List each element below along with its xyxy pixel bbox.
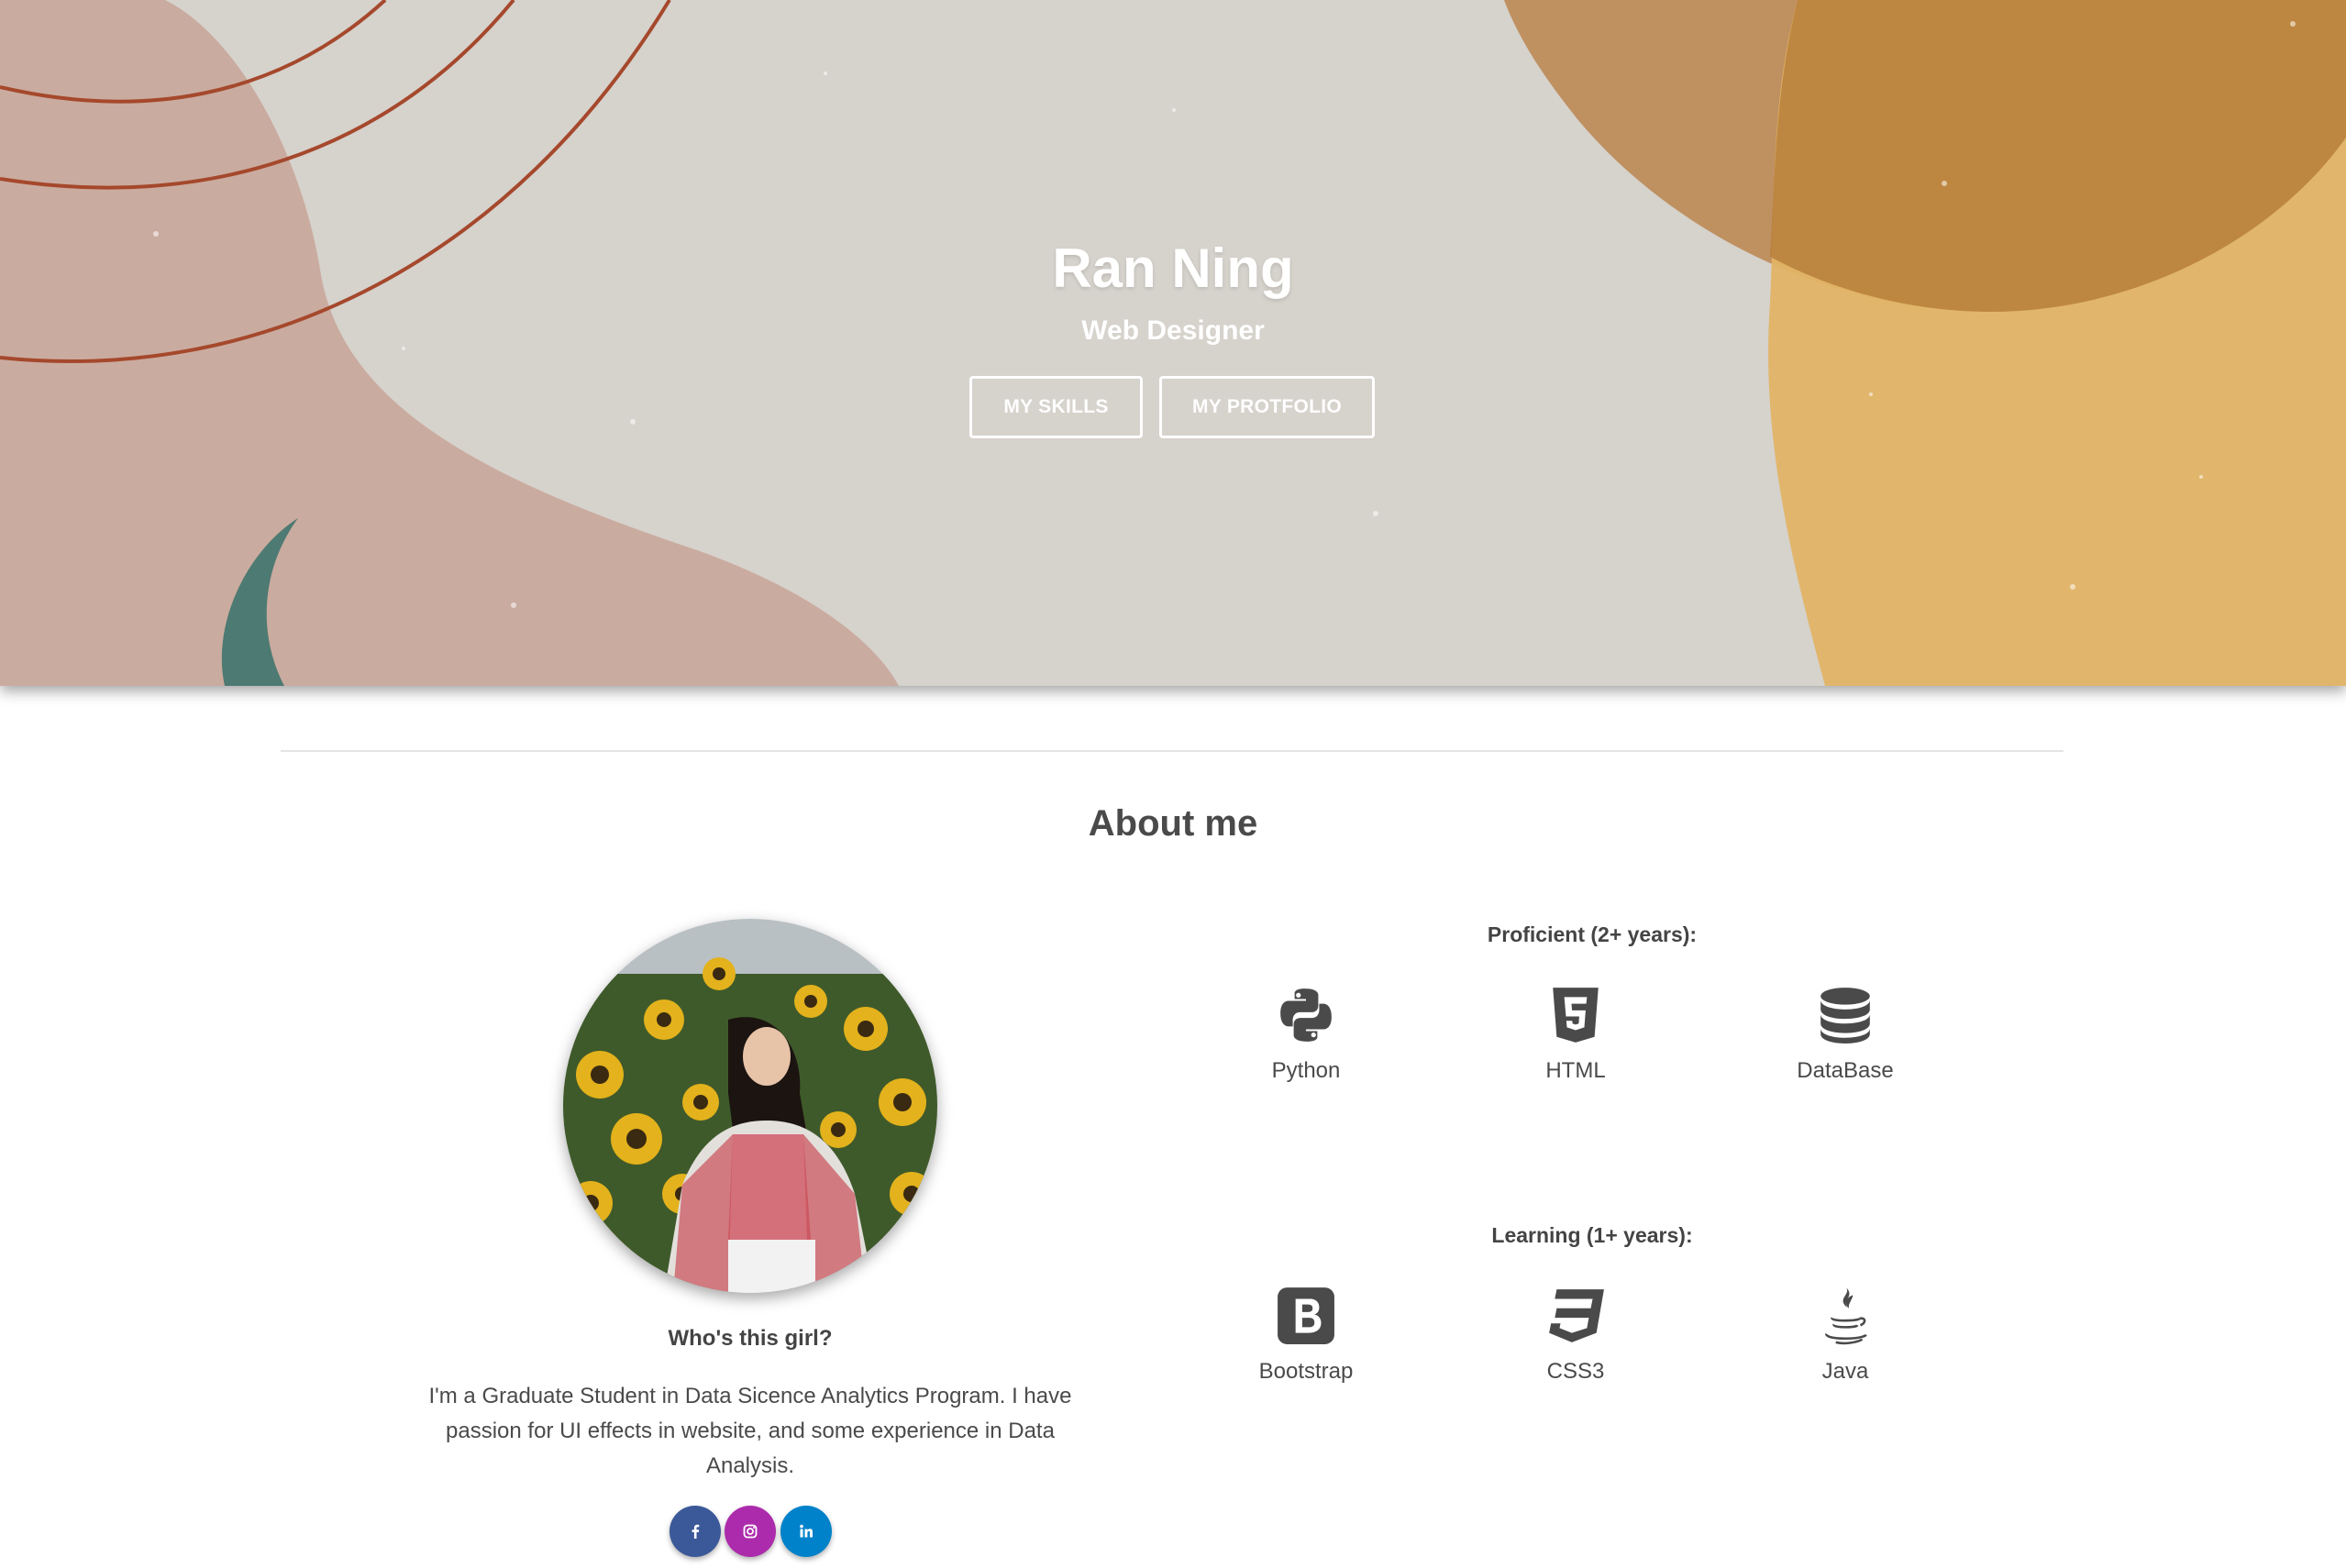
linkedin-icon — [800, 1524, 813, 1538]
skill-label: CSS3 — [1546, 1359, 1605, 1384]
css3-icon — [1549, 1289, 1604, 1342]
hero-name: Ran Ning — [1052, 237, 1294, 299]
my-portfolio-button[interactable]: MY PROTFOLIO — [1159, 376, 1375, 438]
skill-label: Python — [1271, 1058, 1341, 1083]
skill-css3: CSS3 — [1466, 1286, 1686, 1385]
java-icon — [1825, 1287, 1867, 1345]
learning-heading: Learning (1+ years): — [1491, 1223, 1693, 1247]
skill-python: Python — [1196, 985, 1416, 1084]
skill-bootstrap: Bootstrap — [1196, 1286, 1416, 1385]
about-heading: About me — [1088, 803, 1258, 844]
skill-java: Java — [1735, 1286, 1955, 1385]
skill-label: HTML — [1545, 1058, 1606, 1083]
facebook-button[interactable] — [669, 1506, 721, 1557]
skill-label: Bootstrap — [1258, 1359, 1354, 1384]
skill-label: DataBase — [1797, 1058, 1894, 1083]
skill-database: DataBase — [1735, 985, 1955, 1084]
instagram-icon — [743, 1524, 758, 1539]
who-heading: Who's this girl? — [668, 1326, 833, 1351]
profile-photo-image — [563, 919, 937, 1293]
skill-label: Java — [1821, 1359, 1869, 1384]
instagram-button[interactable] — [725, 1506, 776, 1557]
bio-text: I'm a Graduate Student in Data Sicence A… — [428, 1384, 1072, 1478]
python-icon — [1280, 988, 1332, 1042]
my-skills-button[interactable]: MY SKILLS — [969, 376, 1143, 438]
hero-content: Ran Ning Web Designer MY SKILLS MY PROTF… — [0, 0, 2346, 686]
hero-subtitle: Web Designer — [1081, 315, 1265, 346]
database-icon — [1820, 988, 1870, 1043]
section-divider — [281, 750, 2064, 752]
html5-icon — [1553, 988, 1599, 1043]
facebook-icon — [692, 1524, 700, 1539]
hero-banner: Ran Ning Web Designer MY SKILLS MY PROTF… — [0, 0, 2346, 686]
bootstrap-icon — [1278, 1287, 1334, 1344]
proficient-heading: Proficient (2+ years): — [1487, 922, 1698, 946]
profile-photo — [563, 919, 937, 1293]
linkedin-button[interactable] — [780, 1506, 832, 1557]
skill-html: HTML — [1466, 985, 1686, 1084]
